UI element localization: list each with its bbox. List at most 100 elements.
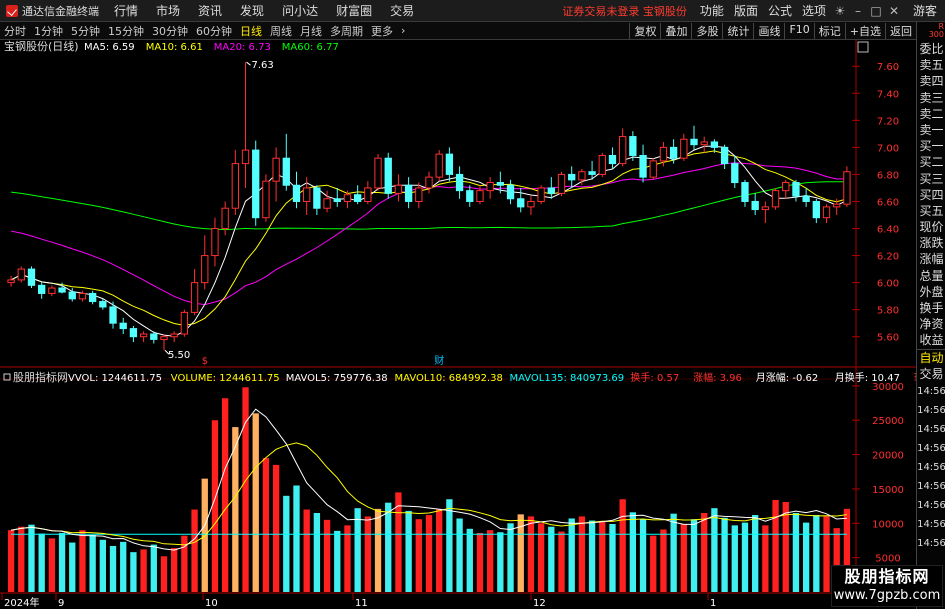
volume-bar — [731, 525, 738, 592]
price-tick-label: 6.00 — [877, 279, 899, 290]
quote-label-11[interactable]: 现价 — [917, 219, 945, 235]
price-tick-label: 7.60 — [877, 62, 899, 73]
volume-bar — [79, 530, 86, 592]
menu-layout[interactable]: 版面 — [729, 2, 763, 19]
volume-bar — [639, 519, 647, 592]
tool-mark[interactable]: 标记 — [813, 22, 845, 39]
quote-label-6[interactable]: 买一 — [917, 138, 945, 154]
tool-draw[interactable]: 画线 — [753, 22, 784, 39]
quote-labels: 委比 卖五 卖四 卖三 卖二 卖一 买一 买二 买三 买四 买五 现价 涨跌 涨幅 总量 外盘 换手 净资 收益 — [917, 41, 945, 349]
volume-bar — [741, 522, 749, 592]
low-price-label: 5.50 — [168, 350, 190, 361]
x-axis-label: 11 — [355, 598, 368, 609]
rp-top-num: 300 — [928, 30, 944, 39]
tool-back[interactable]: 返回 — [885, 22, 916, 39]
period-15min[interactable]: 15分钟 — [104, 23, 148, 39]
candle-body — [588, 171, 596, 175]
guest-user[interactable]: 游客 — [903, 2, 945, 19]
quote-label-1[interactable]: 卖五 — [917, 57, 945, 73]
quote-label-4[interactable]: 卖二 — [917, 106, 945, 122]
menu-market[interactable]: 市场 — [147, 2, 189, 19]
chevron-right-icon[interactable]: › — [397, 24, 409, 37]
price-tick-label: 6.20 — [877, 252, 899, 263]
period-30min[interactable]: 30分钟 — [148, 23, 192, 39]
volume-bar — [425, 515, 433, 592]
quote-label-14[interactable]: 总量 — [917, 268, 945, 284]
volume-field-1: VOLUME: 1244611.75 — [171, 373, 280, 384]
trade-item-0[interactable]: 自动 — [917, 348, 945, 366]
menu-quotes[interactable]: 行情 — [105, 2, 147, 19]
maximize-icon[interactable]: □ — [867, 2, 885, 20]
tool-f10[interactable]: F10 — [784, 22, 813, 39]
close-icon[interactable]: ✕ — [885, 2, 903, 20]
menu-ask[interactable]: 问小达 — [273, 2, 327, 19]
quote-label-3[interactable]: 卖三 — [917, 90, 945, 106]
volume-bar — [823, 516, 830, 592]
period-more[interactable]: 更多 — [367, 23, 397, 39]
quote-label-10[interactable]: 买五 — [917, 203, 945, 219]
quote-label-15[interactable]: 外盘 — [917, 284, 945, 300]
period-timeshare[interactable]: 分时 — [0, 23, 30, 39]
menu-options[interactable]: 选项 — [797, 2, 831, 19]
price-tick-label: 7.40 — [877, 89, 899, 100]
x-axis-label: 10 — [205, 598, 218, 609]
skin-icon[interactable]: ☀ — [831, 2, 849, 20]
quote-label-17[interactable]: 净资 — [917, 316, 945, 332]
candle-body — [150, 333, 158, 340]
quote-label-2[interactable]: 卖四 — [917, 73, 945, 89]
menu-function[interactable]: 功能 — [695, 2, 729, 19]
volume-bar — [58, 532, 66, 592]
trade-item-1[interactable]: 交易 — [917, 366, 945, 382]
period-1min[interactable]: 1分钟 — [30, 23, 67, 39]
quote-label-7[interactable]: 买二 — [917, 154, 945, 170]
menu-trade[interactable]: 交易 — [381, 2, 423, 19]
volume-bar — [313, 512, 321, 592]
menu-news[interactable]: 资讯 — [189, 2, 231, 19]
quote-label-5[interactable]: 卖一 — [917, 122, 945, 138]
period-weekly[interactable]: 周线 — [266, 23, 296, 39]
tool-watchlist[interactable]: +自选 — [844, 22, 885, 39]
tool-stats[interactable]: 统计 — [722, 22, 753, 39]
volume-bar — [629, 512, 637, 592]
volume-bar — [272, 464, 280, 592]
period-5min[interactable]: 5分钟 — [67, 23, 104, 39]
period-daily[interactable]: 日线 — [236, 23, 266, 39]
candle-body — [404, 184, 413, 202]
volume-bar — [191, 509, 198, 592]
volume-bar — [599, 521, 606, 592]
candle-body — [323, 198, 331, 209]
quote-label-16[interactable]: 换手 — [917, 300, 945, 316]
candle-body — [771, 190, 780, 208]
candle-body — [782, 182, 790, 192]
quote-label-9[interactable]: 买四 — [917, 187, 945, 203]
minimize-icon[interactable]: – — [849, 2, 867, 20]
volume-bar — [405, 510, 412, 592]
tool-overlay[interactable]: 叠加 — [660, 22, 691, 39]
volume-bar — [527, 516, 535, 592]
volume-bar — [364, 516, 372, 592]
tool-adjust[interactable]: 复权 — [629, 22, 660, 39]
quote-label-18[interactable]: 收益 — [917, 332, 945, 348]
volume-tick-label: 5000 — [875, 554, 900, 565]
menu-formula[interactable]: 公式 — [763, 2, 797, 19]
menu-discover[interactable]: 发现 — [231, 2, 273, 19]
period-monthly[interactable]: 月线 — [296, 23, 326, 39]
candle-body — [58, 287, 66, 293]
quote-label-8[interactable]: 买三 — [917, 171, 945, 187]
tool-multi[interactable]: 多股 — [691, 22, 722, 39]
volume-bar — [140, 549, 147, 592]
volume-bar — [99, 539, 106, 592]
period-60min[interactable]: 60分钟 — [192, 23, 236, 39]
settings-icon — [857, 41, 869, 53]
period-multi[interactable]: 多周期 — [326, 23, 367, 39]
price-tick-label: 5.80 — [877, 306, 899, 317]
quote-label-12[interactable]: 涨跌 — [917, 235, 945, 251]
x-axis-label: 9 — [58, 598, 64, 609]
candle-body — [537, 187, 545, 202]
quote-label-13[interactable]: 涨幅 — [917, 251, 945, 267]
quote-label-0[interactable]: 委比 — [917, 41, 945, 57]
kline-chart[interactable]: 5.60 5.80 6.00 6.20 6.40 6.60 6.80 7.00 7.20 7.40… — [0, 40, 916, 609]
candle-body — [139, 333, 148, 338]
menu-wealth[interactable]: 财富圈 — [327, 2, 381, 19]
login-status[interactable]: 证券交易未登录 宝钢股份 — [562, 3, 695, 19]
